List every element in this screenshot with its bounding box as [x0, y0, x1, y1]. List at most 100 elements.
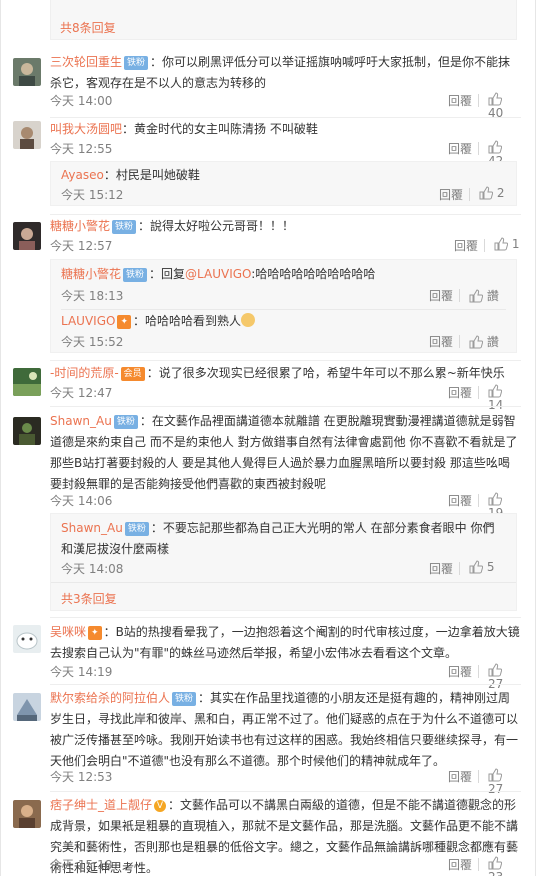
comment-time: 今天 12:55 — [50, 142, 113, 156]
like-button[interactable]: 27 — [488, 663, 521, 691]
sub-reply-meta: 今天 14:08 回覆 5 — [61, 560, 506, 578]
like-button[interactable]: 5 — [469, 560, 494, 574]
sub-reply-meta: 今天 15:12 回覆 2 — [61, 186, 506, 204]
username[interactable]: -时间的荒原- — [50, 366, 119, 380]
mention-link[interactable]: @LAUVIGO — [185, 267, 251, 281]
username[interactable]: Shawn_Au — [50, 414, 112, 428]
sub-reply-meta: 今天 18:13 回覆 讚 — [61, 287, 506, 305]
avatar[interactable] — [13, 222, 41, 250]
like-count: 5 — [486, 560, 495, 574]
sub-reply-text: 糖糖小警花 铁粉 ：回复@LAUVIGO:哈哈哈哈哈哈哈哈哈哈 — [61, 264, 506, 285]
divider — [50, 360, 521, 361]
reply-button[interactable]: 回覆 — [429, 560, 453, 577]
divider — [478, 386, 479, 399]
vip-badge: ✦ — [88, 626, 102, 640]
like-button[interactable]: 1 — [494, 237, 519, 251]
like-button[interactable]: 讚 — [469, 333, 499, 350]
emoji-icon — [241, 313, 256, 327]
more-replies-link[interactable]: 共8条回复 — [60, 19, 116, 36]
divider — [61, 309, 506, 310]
avatar[interactable] — [13, 58, 41, 86]
like-count: 14 — [488, 398, 504, 412]
like-button[interactable]: 2 — [479, 186, 504, 200]
comment-text: 叫我大汤圆吧：黄金时代的女主叫陈清扬 不叫破鞋 — [50, 119, 521, 140]
comment-time: 今天 14:19 — [50, 665, 113, 679]
thumbs-up-icon — [488, 140, 503, 154]
reply-time: 今天 15:12 — [61, 188, 124, 202]
comment-body: ：說得太好啦公元哥哥！！！ — [138, 219, 295, 233]
reply-button[interactable]: 回覆 — [429, 287, 453, 304]
comment-body: ：B站的热搜看晕我了，一边抱怨着这个阉割的时代审核过度，一边拿着放大镜去搜索自己… — [50, 625, 520, 660]
avatar[interactable] — [13, 368, 41, 396]
username[interactable]: 痞子绅士_道上靓仔 — [50, 798, 152, 812]
avatar[interactable] — [13, 417, 41, 445]
like-button[interactable]: 14 — [488, 384, 521, 412]
username[interactable]: Ayaseo — [61, 168, 104, 182]
avatar[interactable] — [13, 121, 41, 149]
comment-meta: 今天 14:06 回覆 19 — [50, 492, 521, 520]
comment-text: 糖糖小警花 铁粉 ：說得太好啦公元哥哥！！！ — [50, 216, 521, 237]
comment-body: ：黄金时代的女主叫陈清扬 不叫破鞋 — [122, 122, 318, 136]
reply-button[interactable]: 回覆 — [448, 856, 472, 873]
divider — [478, 770, 479, 783]
username[interactable]: 三次轮回重生 — [50, 55, 122, 69]
reply-button[interactable]: 回覆 — [448, 663, 472, 680]
reply-button[interactable]: 回覆 — [429, 333, 453, 350]
reply-time: 今天 14:08 — [61, 562, 124, 576]
sub-reply-meta: 今天 15:52 回覆 讚 — [61, 333, 506, 351]
comment-text: 默尔索给杀的阿拉伯人 铁粉 ：其实在作品里找道德的小朋友还是挺有趣的，精神刚过周岁生… — [50, 688, 521, 772]
comment-text: 三次轮回重生 铁粉 ：你可以刷黑评低分可以举证摇旗呐喊呼吁大家抵制，但是你不能抹杀它… — [50, 52, 521, 94]
thumbs-up-icon — [469, 289, 484, 303]
like-button[interactable]: 23 — [488, 856, 521, 876]
reply-button[interactable]: 回覆 — [454, 237, 478, 254]
thumbs-up-icon — [494, 237, 509, 251]
reply-body-prefix: ：回复 — [149, 267, 186, 281]
username[interactable]: LAUVIGO — [61, 314, 115, 328]
username[interactable]: 默尔索给杀的阿拉伯人 — [50, 691, 170, 705]
divider — [50, 684, 521, 685]
sub-reply-box — [50, 0, 517, 40]
avatar[interactable] — [13, 800, 41, 828]
reply-button[interactable]: 回覆 — [448, 92, 472, 109]
comment-time: 今天 14:06 — [50, 494, 113, 508]
reply-button[interactable]: 回覆 — [448, 768, 472, 785]
avatar[interactable] — [13, 625, 41, 653]
username[interactable]: Shawn_Au — [61, 521, 123, 535]
like-button[interactable]: 讚 — [469, 287, 499, 304]
thumbs-up-icon — [488, 856, 503, 870]
comment-time: 今天 12:53 — [50, 770, 113, 784]
more-replies-link[interactable]: 共3条回复 — [61, 590, 117, 607]
reply-button[interactable]: 回覆 — [448, 140, 472, 157]
divider — [50, 617, 521, 618]
reply-button[interactable]: 回覆 — [448, 492, 472, 509]
comment-meta: 今天 12:57 回覆 1 — [50, 237, 521, 255]
reply-body: ：哈哈哈哈看到熟人 — [133, 314, 242, 328]
like-count: 27 — [488, 782, 504, 796]
like-button[interactable]: 40 — [488, 92, 521, 120]
like-count: 1 — [511, 237, 520, 251]
comment-list: 共8条回复 三次轮回重生 铁粉 ：你可以刷黑评低分可以举证摇旗呐喊呼吁大家抵制，但是… — [0, 0, 536, 876]
sub-reply-text: Ayaseo：村民是叫她破鞋 — [61, 165, 506, 186]
divider — [459, 335, 460, 348]
reply-button[interactable]: 回覆 — [439, 186, 463, 203]
divider — [50, 214, 521, 215]
username[interactable]: 糖糖小警花 — [61, 267, 121, 281]
comment-time: 今天 12:57 — [50, 239, 113, 253]
username[interactable]: 吴咪咪 — [50, 625, 86, 639]
divider — [478, 94, 479, 107]
comment-meta: 今天 15:18 回覆 23 — [50, 856, 521, 876]
fan-badge: 铁粉 — [113, 415, 138, 429]
comment-meta: 今天 12:55 回覆 42 — [50, 140, 521, 168]
username[interactable]: 叫我大汤圆吧 — [50, 122, 122, 136]
reply-button[interactable]: 回覆 — [448, 384, 472, 401]
sub-reply-box: Shawn_Au 铁粉 ：不要忘記那些都為自己正大光明的常人 在部分素食者眼中 你們… — [50, 513, 517, 611]
comment-meta: 今天 12:47 回覆 14 — [50, 384, 521, 412]
divider — [459, 289, 460, 302]
avatar[interactable] — [13, 693, 41, 721]
verified-icon: V — [154, 800, 167, 812]
thumbs-up-icon — [488, 768, 503, 782]
comment-meta: 今天 14:19 回覆 27 — [50, 663, 521, 691]
reply-time: 今天 18:13 — [61, 289, 124, 303]
comment-text: -时间的荒原- 会员 ：说了很多次现实已经很累了哈，希望牛年可以不那么累~新年快乐 — [50, 363, 521, 384]
username[interactable]: 糖糖小警花 — [50, 219, 110, 233]
